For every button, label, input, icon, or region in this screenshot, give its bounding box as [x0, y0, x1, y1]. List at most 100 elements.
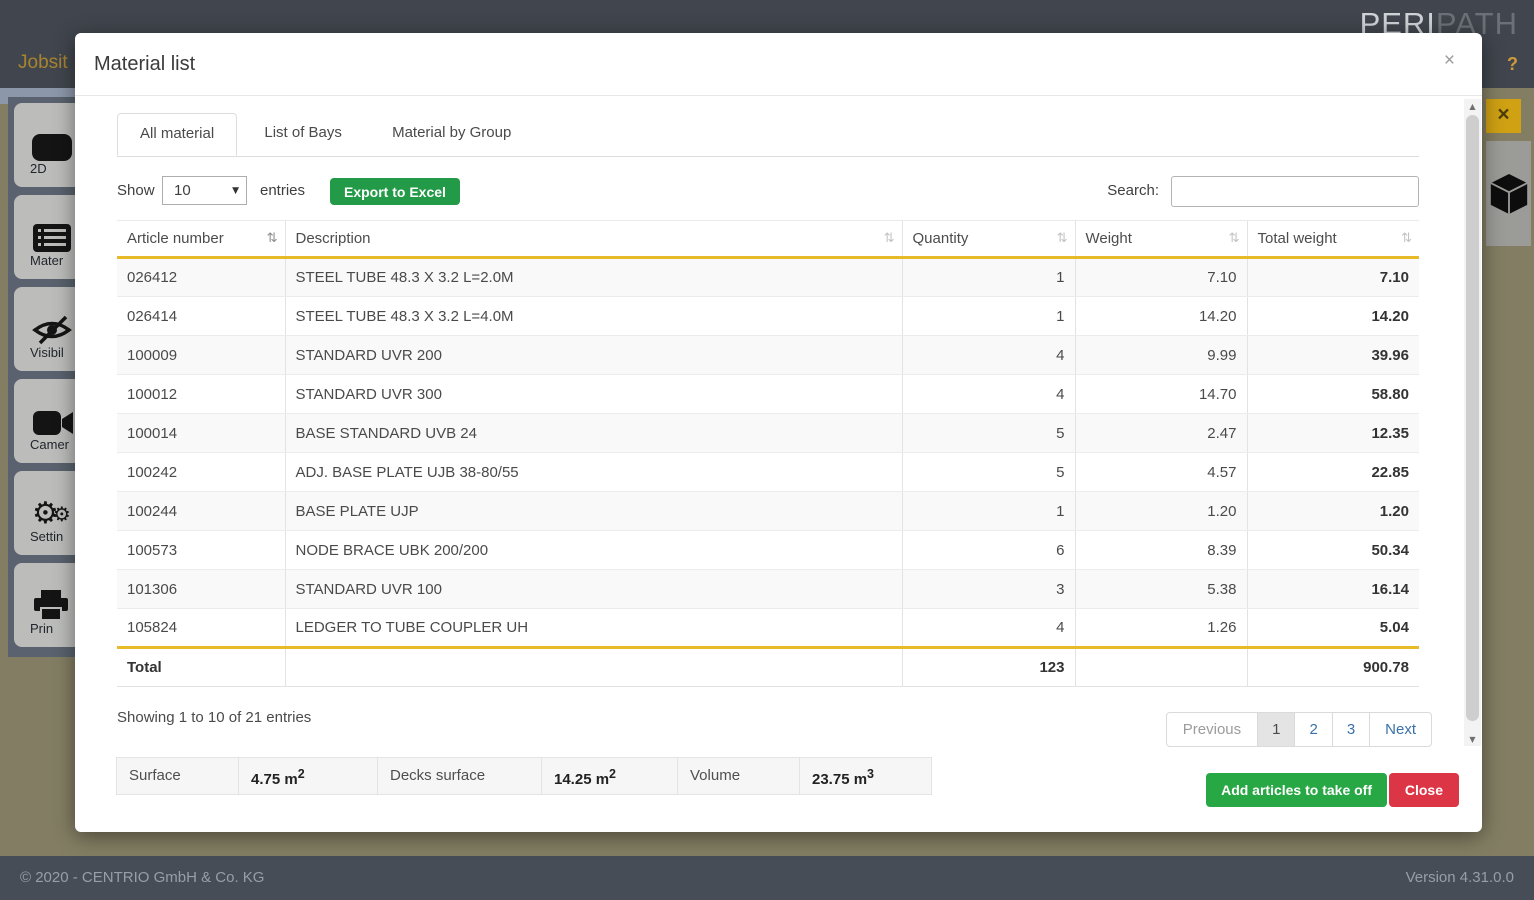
- jobsite-menu[interactable]: Jobsit: [18, 52, 68, 74]
- column-header-article-number[interactable]: Article number⇅: [117, 221, 285, 258]
- table-row[interactable]: 101306STANDARD UVR 10035.3816.14: [117, 570, 1419, 609]
- column-header-description[interactable]: Description⇅: [285, 221, 902, 258]
- sidebar-item-label: Prin: [14, 621, 78, 636]
- table-cell: 100012: [117, 375, 285, 414]
- scroll-up-icon[interactable]: ▲: [1464, 99, 1481, 113]
- table-cell: STEEL TUBE 48.3 X 3.2 L=2.0M: [285, 258, 902, 297]
- table-cell: 1.20: [1075, 492, 1247, 531]
- view-cube-button[interactable]: [1486, 141, 1531, 246]
- table-controls: Show 10 ▼ entries Export to Excel Search…: [117, 176, 1419, 208]
- page-size-value: 10: [174, 182, 191, 199]
- sidebar-item-camera[interactable]: Camer: [14, 379, 78, 463]
- sidebar-item-visibility[interactable]: Visibil: [14, 287, 78, 371]
- table-cell: 9.99: [1075, 336, 1247, 375]
- copyright-text: © 2020 - CENTRIO GmbH & Co. KG: [20, 869, 264, 886]
- table-cell: 5.04: [1247, 609, 1419, 648]
- column-header-weight[interactable]: Weight⇅: [1075, 221, 1247, 258]
- total-spacer: [285, 648, 902, 687]
- close-button[interactable]: Close: [1389, 773, 1459, 807]
- pagination: Previous 1 2 3 Next: [1167, 712, 1432, 747]
- tab-material-by-group[interactable]: Material by Group: [369, 112, 534, 153]
- export-to-excel-button[interactable]: Export to Excel: [330, 178, 460, 205]
- tab-bar: All material List of Bays Material by Gr…: [117, 112, 1419, 157]
- table-cell: 14.20: [1247, 297, 1419, 336]
- value-text: 23.75 m: [812, 771, 867, 788]
- search-label: Search:: [1107, 182, 1159, 199]
- sidebar-item-2d[interactable]: 2D: [14, 103, 78, 187]
- table-cell: NODE BRACE UBK 200/200: [285, 531, 902, 570]
- sidebar-item-label: Settin: [14, 529, 78, 544]
- material-list-modal: Material list × All material List of Bay…: [75, 33, 1482, 832]
- sort-icon: ⇅: [267, 231, 278, 246]
- table-cell: LEDGER TO TUBE COUPLER UH: [285, 609, 902, 648]
- pagination-previous[interactable]: Previous: [1166, 712, 1258, 747]
- sidebar-item-label: 2D: [14, 161, 78, 176]
- add-articles-button[interactable]: Add articles to take off: [1206, 773, 1387, 807]
- column-header-quantity[interactable]: Quantity ⇅: [902, 221, 1075, 258]
- modal-title: Material list: [94, 53, 195, 76]
- decks-surface-label: Decks surface: [377, 757, 542, 795]
- table-cell: ADJ. BASE PLATE UJB 38-80/55: [285, 453, 902, 492]
- surface-value: 4.75 m2: [238, 757, 378, 795]
- table-cell: 101306: [117, 570, 285, 609]
- scroll-down-icon[interactable]: ▼: [1464, 732, 1481, 746]
- value-sup: 2: [609, 767, 616, 781]
- table-cell: 4: [902, 336, 1075, 375]
- table-row[interactable]: 026414STEEL TUBE 48.3 X 3.2 L=4.0M114.20…: [117, 297, 1419, 336]
- table-row[interactable]: 105824LEDGER TO TUBE COUPLER UH41.265.04: [117, 609, 1419, 648]
- table-cell: 22.85: [1247, 453, 1419, 492]
- value-sup: 3: [867, 767, 874, 781]
- modal-close-icon[interactable]: ×: [1444, 50, 1455, 72]
- pagination-page-2[interactable]: 2: [1294, 712, 1332, 747]
- sidebar-item-settings[interactable]: ⚙⚙ Settin: [14, 471, 78, 555]
- table-row[interactable]: 100573NODE BRACE UBK 200/20068.3950.34: [117, 531, 1419, 570]
- printer-icon: [14, 563, 78, 621]
- sort-icon: ⇅: [1057, 231, 1068, 246]
- table-cell: 5.38: [1075, 570, 1247, 609]
- total-quantity: 123: [902, 648, 1075, 687]
- summary-strip: Surface 4.75 m2 Decks surface 14.25 m2 V…: [117, 757, 932, 795]
- pagination-page-1[interactable]: 1: [1257, 712, 1295, 747]
- table-cell: 026412: [117, 258, 285, 297]
- table-cell: 105824: [117, 609, 285, 648]
- help-icon[interactable]: ?: [1507, 54, 1518, 75]
- value-text: 4.75 m: [251, 771, 298, 788]
- table-row[interactable]: 100009STANDARD UVR 20049.9939.96: [117, 336, 1419, 375]
- value-text: 14.25 m: [554, 771, 609, 788]
- table-cell: 16.14: [1247, 570, 1419, 609]
- table-row[interactable]: 100012STANDARD UVR 300414.7058.80: [117, 375, 1419, 414]
- tab-all-material[interactable]: All material: [117, 113, 237, 156]
- tab-list-of-bays[interactable]: List of Bays: [241, 112, 365, 153]
- table-cell: STANDARD UVR 100: [285, 570, 902, 609]
- table-cell: 8.39: [1075, 531, 1247, 570]
- scrollbar-thumb[interactable]: [1466, 115, 1479, 721]
- footer-bar: © 2020 - CENTRIO GmbH & Co. KG Version 4…: [0, 856, 1534, 900]
- decks-surface-value: 14.25 m2: [541, 757, 678, 795]
- total-label: Total: [117, 648, 285, 687]
- surface-label: Surface: [116, 757, 239, 795]
- sidebar-item-label: Mater: [14, 253, 78, 268]
- table-row[interactable]: 100244BASE PLATE UJP11.201.20: [117, 492, 1419, 531]
- pagination-page-3[interactable]: 3: [1332, 712, 1370, 747]
- table-row[interactable]: 100014BASE STANDARD UVB 2452.4712.35: [117, 414, 1419, 453]
- sidebar-item-print[interactable]: Prin: [14, 563, 78, 647]
- panel-close-button[interactable]: ×: [1486, 99, 1521, 133]
- table-cell: 1: [902, 492, 1075, 531]
- table-cell: 4.57: [1075, 453, 1247, 492]
- table-cell: 5: [902, 414, 1075, 453]
- modal-scrollbar[interactable]: ▲ ▼: [1464, 99, 1481, 746]
- pagination-next[interactable]: Next: [1369, 712, 1432, 747]
- table-cell: 100244: [117, 492, 285, 531]
- table-cell: 100014: [117, 414, 285, 453]
- entries-label: entries: [260, 182, 305, 199]
- search-input[interactable]: [1171, 176, 1419, 207]
- column-header-total-weight[interactable]: Total weight⇅: [1247, 221, 1419, 258]
- table-row[interactable]: 100242ADJ. BASE PLATE UJB 38-80/5554.572…: [117, 453, 1419, 492]
- table-row[interactable]: 026412STEEL TUBE 48.3 X 3.2 L=2.0M17.107…: [117, 258, 1419, 297]
- show-label: Show: [117, 182, 155, 199]
- column-label: Quantity: [913, 230, 969, 247]
- entries-summary: Showing 1 to 10 of 21 entries: [117, 709, 311, 726]
- page-size-select[interactable]: 10 ▼: [162, 176, 247, 205]
- sidebar-item-material[interactable]: Mater: [14, 195, 78, 279]
- column-label: Description: [296, 230, 371, 247]
